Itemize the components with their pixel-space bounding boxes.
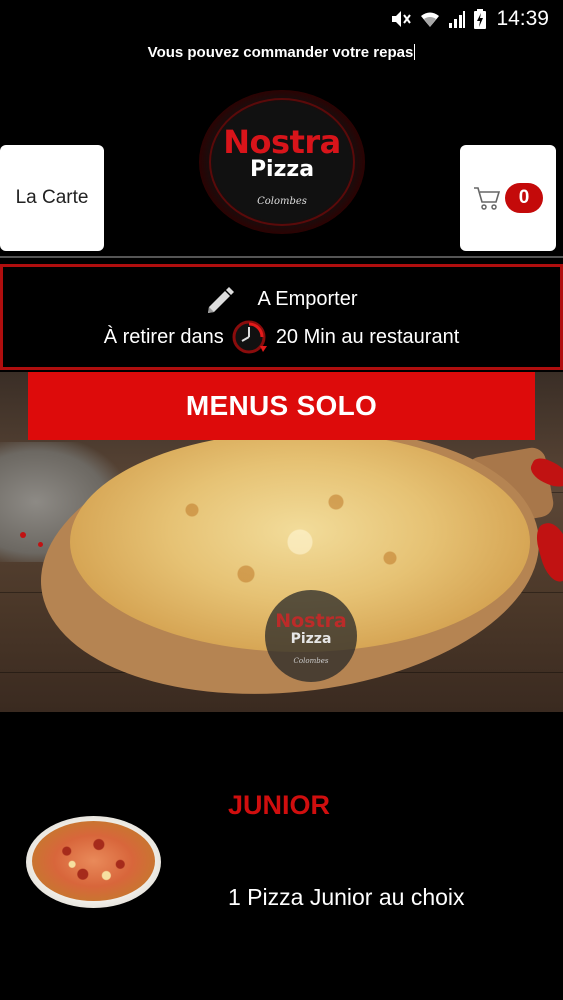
marquee-text: Vous pouvez commander votre repas <box>147 44 414 61</box>
order-mode-box[interactable]: A Emporter À retirer dans 20 Min au rest… <box>0 264 563 370</box>
pickup-suffix: 20 Min au restaurant <box>275 325 460 348</box>
section-title: MENUS SOLO <box>185 390 378 421</box>
la-carte-label: La Carte <box>15 187 89 208</box>
marquee-banner: Vous pouvez commander votre repas <box>0 44 563 61</box>
header: La Carte Nostra Pizza Colombes 0 <box>0 84 563 256</box>
pizza-thumbnail-toppings <box>40 828 147 894</box>
pickup-prefix: À retirer dans <box>103 325 224 348</box>
battery-charging-icon <box>474 9 487 29</box>
restaurant-logo[interactable]: Nostra Pizza Colombes <box>199 90 365 234</box>
wifi-icon <box>421 12 440 27</box>
product-description: 1 Pizza Junior au choix <box>228 884 465 910</box>
cart-count-badge: 0 <box>505 183 543 213</box>
status-time: 14:39 <box>496 7 549 30</box>
peppercorn <box>38 542 43 547</box>
section-title-bar: MENUS SOLO <box>28 372 535 440</box>
watermark-city: Colombes <box>293 657 329 665</box>
logo-city: Colombes <box>257 195 307 207</box>
watermark-line1: Nostra <box>275 610 347 632</box>
cart-icon <box>474 187 501 210</box>
logo-line1: Nostra <box>223 122 341 161</box>
pickup-time-row: À retirer dans 20 Min au restaurant <box>3 319 560 355</box>
product-title[interactable]: JUNIOR <box>228 790 330 821</box>
pencil-icon[interactable] <box>205 285 235 313</box>
order-mode-label: A Emporter <box>257 287 358 310</box>
clock-icon <box>232 320 267 354</box>
la-carte-button[interactable]: La Carte <box>0 145 104 251</box>
peppercorn <box>20 532 26 538</box>
text-caret <box>414 44 416 60</box>
mute-icon <box>392 11 412 27</box>
status-icons: 14:39 <box>390 7 549 31</box>
signal-icon <box>449 11 466 28</box>
status-bar: 14:39 <box>0 0 563 38</box>
logo-line2: Pizza <box>249 156 315 182</box>
header-divider <box>0 256 563 258</box>
cart-button[interactable]: 0 <box>460 145 556 251</box>
order-mode-row: A Emporter <box>3 285 560 313</box>
product-image[interactable] <box>26 816 161 908</box>
watermark-line2: Pizza <box>290 631 332 647</box>
logo-watermark: Nostra Pizza Colombes <box>265 590 357 682</box>
